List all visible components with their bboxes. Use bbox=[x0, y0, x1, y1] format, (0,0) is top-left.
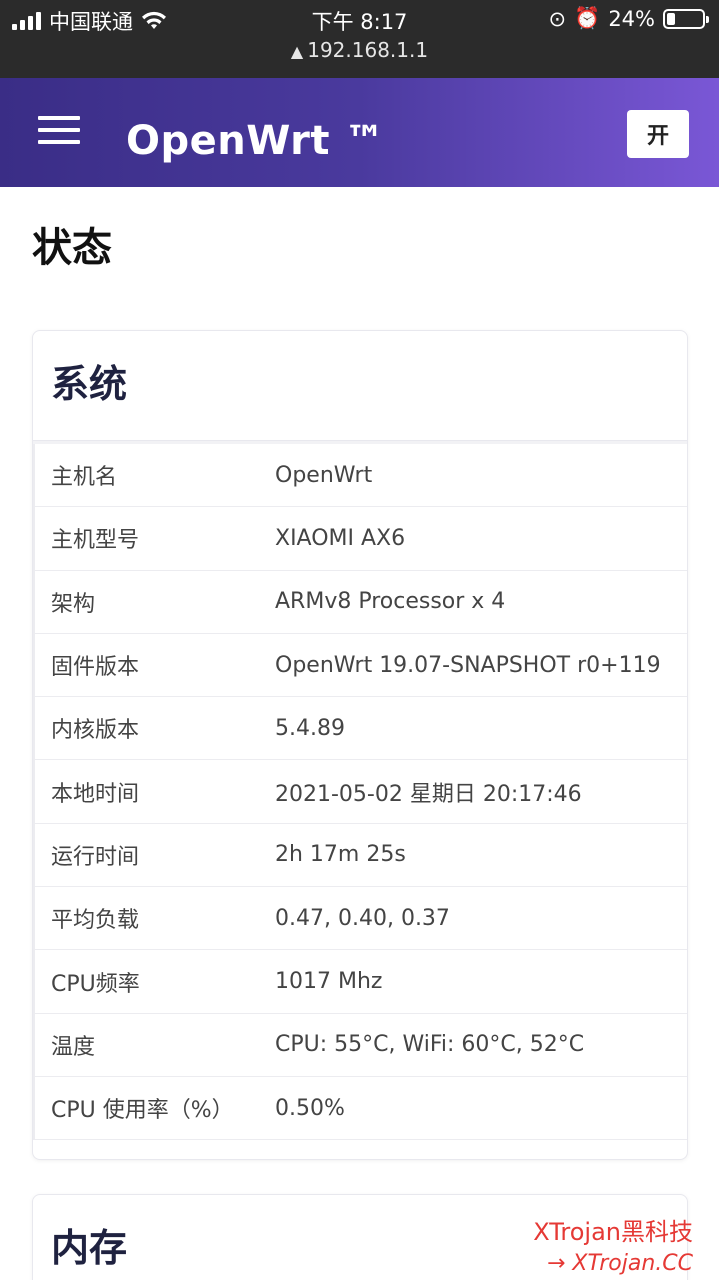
table-row: CPU 使用率（%） 0.50% bbox=[33, 1076, 687, 1141]
table-row: CPU频率 1017 Mhz bbox=[33, 950, 687, 1014]
status-right: ⊙ ⏰ 24% bbox=[548, 6, 709, 31]
row-value: 0.47, 0.40, 0.37 bbox=[275, 905, 450, 931]
row-value: XIAOMI AX6 bbox=[275, 525, 406, 551]
battery-icon bbox=[663, 8, 709, 29]
row-label: 运行时间 bbox=[51, 844, 140, 870]
watermark: XTrojan黑科技 → XTrojan.CC bbox=[533, 1212, 693, 1276]
table-row: 本地时间 2021-05-02 星期日 20:17:46 bbox=[33, 760, 687, 824]
row-label: 主机名 bbox=[51, 465, 118, 491]
address-bar[interactable]: ▲ 192.168.1.1 bbox=[0, 38, 719, 62]
menu-icon[interactable] bbox=[38, 116, 80, 146]
row-label: 架构 bbox=[51, 591, 96, 617]
toggle-button[interactable]: 开 bbox=[627, 110, 689, 158]
row-value: 2021-05-02 星期日 20:17:46 bbox=[275, 781, 582, 807]
row-value: 5.4.89 bbox=[275, 715, 345, 741]
row-value: OpenWrt bbox=[275, 462, 373, 488]
system-card: 系统 主机名 OpenWrt 主机型号 XIAOMI AX6 架构 ARMv8 Proce… bbox=[32, 330, 688, 1160]
row-label: 本地时间 bbox=[51, 781, 140, 807]
alarm-icon: ⏰ bbox=[574, 6, 601, 30]
battery-percent: 24% bbox=[608, 6, 655, 31]
row-value: ARMv8 Processor x 4 bbox=[275, 589, 506, 615]
row-value: OpenWrt 19.07-SNAPSHOT r0+119 bbox=[275, 652, 661, 678]
watermark-line1: XTrojan黑科技 bbox=[533, 1218, 693, 1246]
row-label: CPU 使用率（%） bbox=[51, 1098, 234, 1124]
brand-logo[interactable]: OpenWrt ™ bbox=[126, 118, 385, 164]
row-label: 温度 bbox=[51, 1034, 96, 1060]
top-header: OpenWrt ™ 开 bbox=[0, 78, 719, 187]
rotation-lock-icon: ⊙ bbox=[548, 6, 567, 31]
table-row: 内核版本 5.4.89 bbox=[33, 697, 687, 761]
warning-icon: ▲ bbox=[290, 42, 304, 61]
row-value: 0.50% bbox=[275, 1095, 345, 1121]
row-label: 主机型号 bbox=[51, 528, 140, 554]
row-value: 1017 Mhz bbox=[275, 969, 383, 995]
table-row: 运行时间 2h 17m 25s bbox=[33, 823, 687, 888]
page-title: 状态 bbox=[32, 225, 112, 271]
status-bar: 中国联通 下午 8:17 ▲ 192.168.1.1 ⊙ ⏰ 24% bbox=[0, 0, 719, 78]
row-label: 内核版本 bbox=[51, 718, 140, 744]
table-row: 主机型号 XIAOMI AX6 bbox=[33, 507, 687, 571]
row-value: 2h 17m 25s bbox=[275, 842, 406, 868]
table-row: 主机名 OpenWrt bbox=[33, 444, 687, 508]
table-row: 平均负载 0.47, 0.40, 0.37 bbox=[33, 887, 687, 951]
table-row: 架构 ARMv8 Processor x 4 bbox=[33, 570, 687, 634]
system-card-title: 系统 bbox=[33, 331, 687, 441]
row-label: CPU频率 bbox=[51, 971, 140, 997]
address-url: 192.168.1.1 bbox=[307, 38, 429, 62]
table-row: 温度 CPU: 55°C, WiFi: 60°C, 52°C bbox=[33, 1013, 687, 1077]
table-row: 固件版本 OpenWrt 19.07-SNAPSHOT r0+119 bbox=[33, 633, 687, 698]
row-label: 固件版本 bbox=[51, 655, 140, 681]
row-value: CPU: 55°C, WiFi: 60°C, 52°C bbox=[275, 1032, 585, 1058]
system-table: 主机名 OpenWrt 主机型号 XIAOMI AX6 架构 ARMv8 Processo… bbox=[33, 441, 687, 1141]
row-label: 平均负载 bbox=[51, 908, 140, 934]
watermark-line2: → XTrojan.CC bbox=[547, 1251, 693, 1276]
